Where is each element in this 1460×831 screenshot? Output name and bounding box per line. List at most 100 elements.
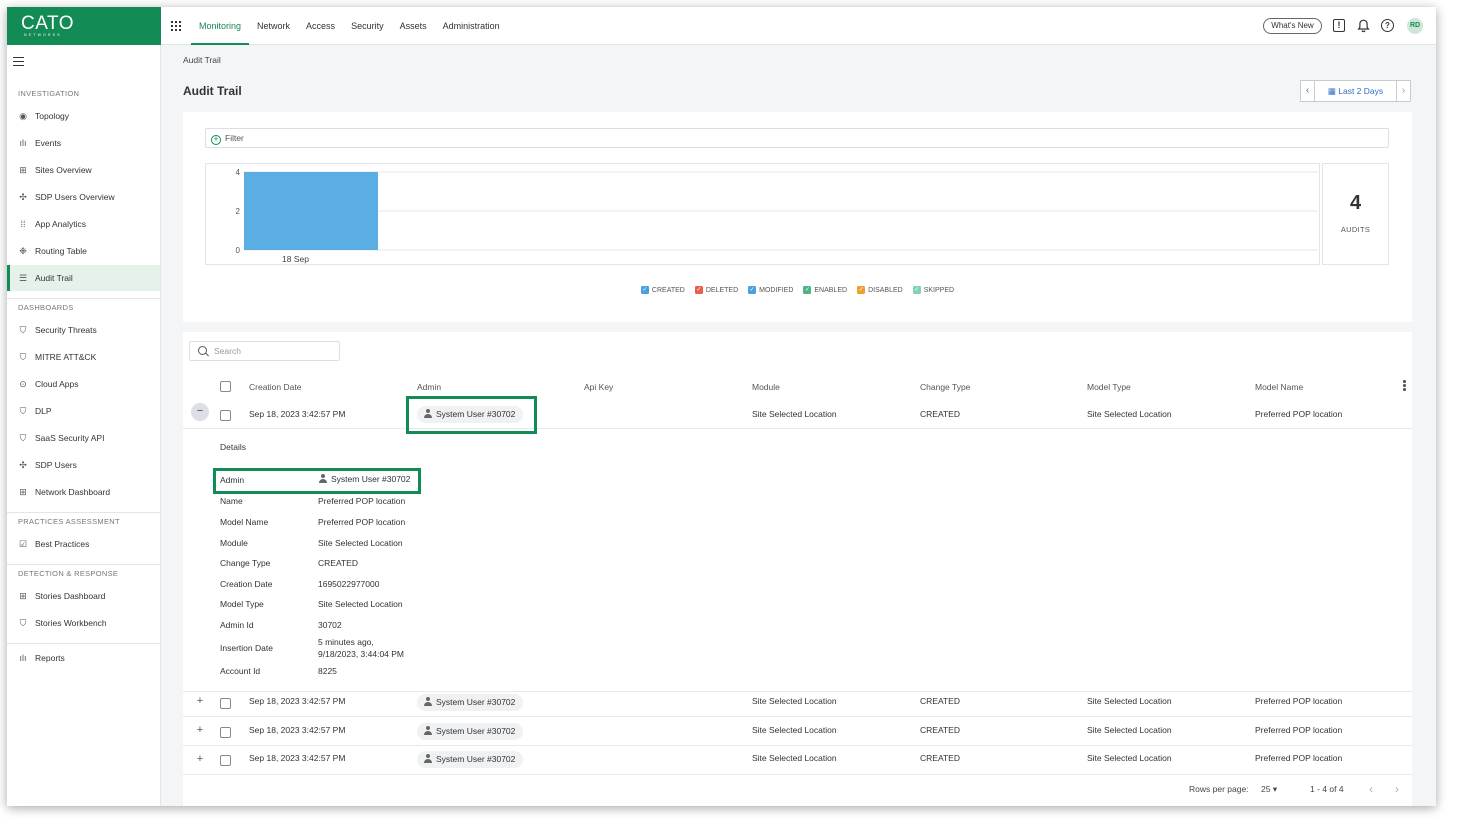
legend-item[interactable]: ✓ENABLED	[803, 286, 847, 294]
sidebar-item-sdp-users[interactable]: ✣SDP Users	[7, 452, 160, 478]
table-row[interactable]: − Sep 18, 2023 3:42:57 PM System User #3…	[183, 400, 1412, 429]
row-checkbox[interactable]	[220, 755, 231, 766]
sidebar-item-sites-overview[interactable]: ⊞Sites Overview	[7, 157, 160, 183]
filter-label: Filter	[225, 133, 244, 143]
layout-icon: ⊞	[18, 165, 28, 175]
sidebar-item-label: Stories Dashboard	[35, 591, 105, 601]
column-header-admin[interactable]: Admin	[417, 382, 441, 392]
legend-item[interactable]: ✓CREATED	[641, 286, 685, 294]
section-investigation: INVESTIGATION	[18, 89, 79, 98]
admin-name: System User #30702	[436, 754, 515, 764]
sidebar-item-mitre[interactable]: ⛉MITRE ATT&CK	[7, 344, 160, 370]
sidebar-item-label: Topology	[35, 111, 69, 121]
add-filter-icon: +	[211, 135, 221, 145]
column-header-creation-date[interactable]: Creation Date	[249, 382, 301, 392]
legend-checkbox-icon: ✓	[641, 286, 649, 294]
nav-access[interactable]: Access	[298, 7, 343, 45]
feedback-icon[interactable]: !	[1333, 19, 1345, 32]
details-title: Details	[220, 442, 246, 452]
table-row[interactable]: + Sep 18, 2023 3:42:57 PM System User #3…	[183, 717, 1412, 746]
row-checkbox[interactable]	[220, 727, 231, 738]
prev-page-icon[interactable]: ‹	[1369, 782, 1373, 796]
filter-input[interactable]: + Filter	[205, 128, 1389, 148]
bell-icon[interactable]	[1356, 19, 1370, 33]
table-header: Creation Date Admin Api Key Module Chang…	[183, 374, 1412, 400]
legend-label: MODIFIED	[759, 287, 793, 294]
hamburger-menu-icon[interactable]	[13, 57, 24, 66]
sidebar-item-label: Best Practices	[35, 539, 89, 549]
select-all-checkbox[interactable]	[220, 381, 231, 392]
sidebar-item-label: SDP Users	[35, 460, 77, 470]
sidebar-item-best-practices[interactable]: ☑Best Practices	[7, 531, 160, 557]
highlight-box	[213, 468, 421, 494]
nav-network[interactable]: Network	[249, 7, 298, 45]
sidebar-item-saas-security-api[interactable]: ⛉SaaS Security API	[7, 425, 160, 451]
sidebar-item-label: Audit Trail	[35, 273, 73, 283]
sidebar-item-dlp[interactable]: ⛉DLP	[7, 398, 160, 424]
chart: 42018 Sep	[205, 163, 1320, 265]
cloud-target-icon: ⊙	[18, 379, 28, 389]
sidebar-item-cloud-apps[interactable]: ⊙Cloud Apps	[7, 371, 160, 397]
admin-chip[interactable]: System User #30702	[417, 694, 523, 711]
legend-item[interactable]: ✓MODIFIED	[748, 286, 793, 294]
sidebar-item-label: Security Threats	[35, 325, 97, 335]
sidebar-item-stories-workbench[interactable]: ⛉Stories Workbench	[7, 610, 160, 636]
expand-row-icon[interactable]: +	[194, 724, 206, 736]
row-checkbox[interactable]	[220, 698, 231, 709]
sidebar-item-security-threats[interactable]: ⛉Security Threats	[7, 317, 160, 343]
detail-key: Creation Date	[220, 579, 272, 589]
logo[interactable]: CATO NETWORKS	[7, 7, 161, 45]
sidebar-item-reports[interactable]: ılıReports	[7, 645, 160, 671]
top-bar: CATO NETWORKS Monitoring Network Access …	[7, 7, 1436, 45]
avatar[interactable]: RD	[1407, 18, 1423, 34]
nav-assets[interactable]: Assets	[392, 7, 435, 45]
sidebar-item-label: App Analytics	[35, 219, 86, 229]
expand-row-icon[interactable]: +	[194, 753, 206, 765]
date-range-picker: ‹ ▦ Last 2 Days ›	[1300, 80, 1411, 102]
chevron-left-icon[interactable]: ‹	[1301, 81, 1315, 101]
nav-security[interactable]: Security	[343, 7, 392, 45]
sidebar-item-audit-trail[interactable]: ☰Audit Trail	[7, 265, 160, 291]
legend-item[interactable]: ✓DISABLED	[857, 286, 903, 294]
whats-new-button[interactable]: What's New	[1263, 18, 1322, 34]
chevron-right-icon[interactable]: ›	[1396, 81, 1410, 101]
date-range-button[interactable]: ▦ Last 2 Days	[1315, 86, 1396, 97]
bar-chart-icon: ılı	[18, 138, 28, 148]
nav-monitoring[interactable]: Monitoring	[191, 7, 249, 45]
detail-value: Preferred POP location	[318, 516, 405, 528]
collapse-row-button[interactable]: −	[191, 403, 209, 421]
column-header-module[interactable]: Module	[752, 382, 780, 392]
search-input[interactable]: Search	[189, 341, 340, 361]
sidebar-item-sdp-users-overview[interactable]: ✣SDP Users Overview	[7, 184, 160, 210]
cell-change-type: CREATED	[920, 753, 960, 763]
table-row[interactable]: + Sep 18, 2023 3:42:57 PM System User #3…	[183, 688, 1412, 717]
breadcrumb[interactable]: Audit Trail	[183, 55, 221, 65]
sidebar-item-events[interactable]: ılıEvents	[7, 130, 160, 156]
sidebar-item-stories-dashboard[interactable]: ⊞ Stories Dashboard	[7, 583, 160, 609]
rows-per-page-select[interactable]: 25 ▾	[1261, 784, 1277, 795]
column-header-model-name[interactable]: Model Name	[1255, 382, 1303, 392]
sidebar-item-app-analytics[interactable]: ⁞⁞App Analytics	[7, 211, 160, 237]
column-header-api-key[interactable]: Api Key	[584, 382, 613, 392]
sidebar-item-routing-table[interactable]: ❉Routing Table	[7, 238, 160, 264]
sidebar-item-topology[interactable]: ◉Topology	[7, 103, 160, 129]
legend-item[interactable]: ✓DELETED	[695, 286, 738, 294]
cell-creation-date: Sep 18, 2023 3:42:57 PM	[249, 696, 345, 706]
sidebar-item-network-dashboard[interactable]: ⊞Network Dashboard	[7, 479, 160, 505]
admin-chip[interactable]: System User #30702	[417, 723, 523, 740]
bar[interactable]	[244, 172, 378, 250]
apps-grid-icon[interactable]	[171, 21, 181, 31]
expand-row-icon[interactable]: +	[194, 695, 206, 707]
help-icon[interactable]: ?	[1381, 19, 1394, 32]
admin-chip[interactable]: System User #30702	[417, 751, 523, 768]
column-header-model-type[interactable]: Model Type	[1087, 382, 1131, 392]
dashboard-icon: ⊞	[18, 591, 28, 601]
more-options-icon[interactable]	[1403, 380, 1406, 392]
table-row[interactable]: + Sep 18, 2023 3:42:57 PM System User #3…	[183, 746, 1412, 775]
legend-item[interactable]: ✓SKIPPED	[913, 286, 954, 294]
column-header-change-type[interactable]: Change Type	[920, 382, 970, 392]
cell-model-type: Site Selected Location	[1087, 725, 1172, 735]
next-page-icon[interactable]: ›	[1395, 782, 1399, 796]
nav-administration[interactable]: Administration	[435, 7, 508, 45]
row-checkbox[interactable]	[220, 410, 231, 421]
